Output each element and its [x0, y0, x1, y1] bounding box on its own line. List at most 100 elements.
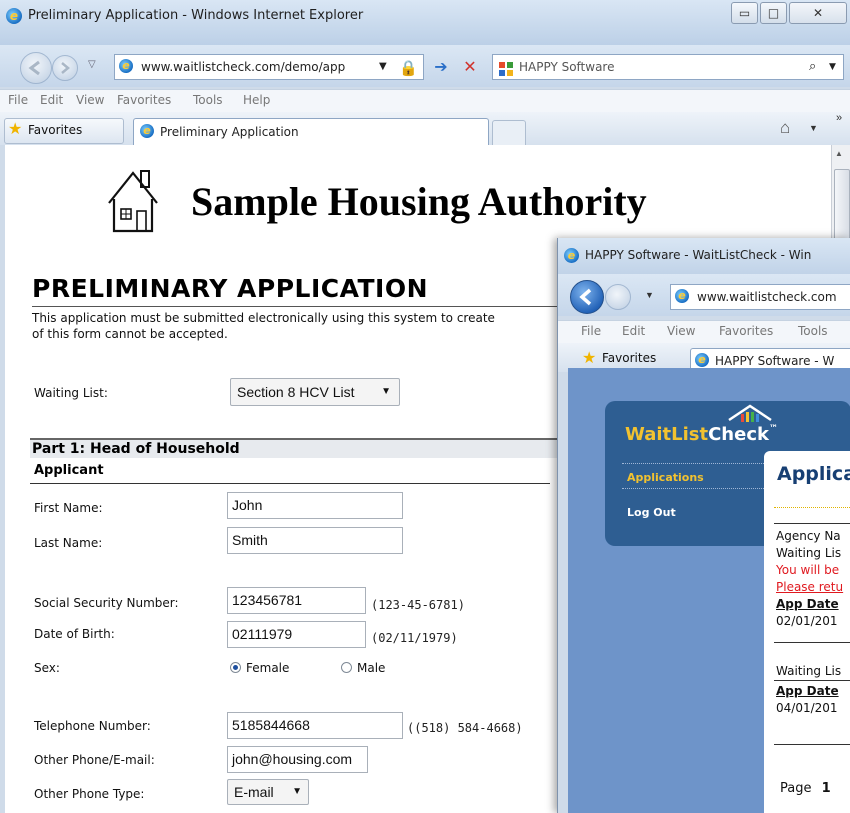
close-button[interactable]: ✕	[789, 2, 847, 24]
back-button[interactable]	[20, 52, 52, 84]
intro-line-2: of this form cannot be accepted.	[32, 327, 228, 341]
dob-field[interactable]: 02111979	[227, 621, 366, 648]
other-type-select[interactable]: E-mail ▼	[227, 779, 309, 805]
card-rule-3	[774, 680, 850, 681]
dob-label: Date of Birth:	[34, 627, 115, 641]
menu-file-2[interactable]: File	[581, 324, 601, 338]
tab-preliminary-application[interactable]: e Preliminary Application	[133, 118, 489, 146]
menu-tools-2[interactable]: Tools	[798, 324, 828, 338]
favorites-label-2: Favorites	[602, 351, 657, 365]
menu-view[interactable]: View	[76, 93, 104, 107]
card-heading-divider	[774, 507, 850, 509]
new-tab-button[interactable]	[492, 120, 526, 145]
card-rule-2	[774, 642, 850, 643]
org-title: Sample Housing Authority	[191, 179, 647, 224]
sex-female-label: Female	[246, 661, 290, 675]
home-dropdown-icon[interactable]: ▼	[809, 123, 818, 133]
menu-view-2[interactable]: View	[667, 324, 695, 338]
menu-bar: File Edit View Favorites Tools Help	[0, 89, 850, 113]
search-dropdown-icon[interactable]: ▼	[829, 55, 836, 79]
page-number[interactable]: 1	[822, 781, 831, 796]
phone-hint: ((518) 584-4668)	[407, 721, 523, 735]
address-text-2: www.waitlistcheck.com	[697, 290, 837, 304]
favorites-label: Favorites	[28, 123, 83, 137]
search-icon[interactable]: ⌕	[809, 55, 816, 79]
recent-pages-chevron-icon-2[interactable]: ▼	[645, 290, 654, 300]
phone-field[interactable]: 5185844668	[227, 712, 403, 739]
favorites-star-icon-2: ★	[582, 350, 597, 367]
back-arrow-icon	[579, 288, 592, 306]
search-provider-text: HAPPY Software	[519, 60, 615, 74]
address-text: www.waitlistcheck.com/demo/app	[141, 60, 346, 74]
nav-logout[interactable]: Log Out	[627, 506, 676, 519]
menu-help[interactable]: Help	[243, 93, 270, 107]
app-date-value-2: 04/01/201	[776, 701, 838, 715]
house-logo-icon	[108, 170, 158, 233]
app-date-header-2: App Date	[776, 684, 839, 698]
sex-male-radio[interactable]	[341, 662, 352, 673]
address-bar-2[interactable]: e www.waitlistcheck.com	[670, 284, 850, 310]
waiting-list-value: Section 8 HCV List	[237, 384, 355, 400]
favorites-star-icon: ★	[8, 121, 23, 138]
forward-button[interactable]	[52, 55, 78, 81]
phone-label: Telephone Number:	[34, 719, 151, 733]
scrollbar-thumb[interactable]	[834, 169, 850, 241]
favorites-button-2[interactable]: ★ Favorites	[580, 348, 680, 370]
sex-female-radio[interactable]	[230, 662, 241, 673]
maximize-button[interactable]: □	[760, 2, 787, 24]
menu-edit-2[interactable]: Edit	[622, 324, 645, 338]
happy-software-favicon-icon	[499, 60, 513, 76]
page-label: Page	[780, 781, 812, 796]
favorites-button[interactable]: ★ Favorites	[4, 118, 124, 144]
waiting-list-text-2: Waiting Lis	[776, 664, 842, 678]
menu-file[interactable]: File	[8, 93, 28, 107]
select-arrow-icon: ▼	[381, 386, 391, 397]
app-date-value-1: 02/01/201	[776, 614, 838, 628]
menu-tools[interactable]: Tools	[193, 93, 223, 107]
menu-edit[interactable]: Edit	[40, 93, 63, 107]
more-chevron-icon[interactable]: »	[836, 112, 842, 124]
menu-bar-2: File Edit View Favorites Tools	[558, 320, 850, 344]
scroll-up-icon[interactable]: ▲	[835, 149, 843, 158]
search-box[interactable]: HAPPY Software ⌕ ▼	[492, 54, 844, 80]
recent-pages-chevron-icon[interactable]: ▽	[88, 59, 96, 70]
address-bar[interactable]: e www.waitlistcheck.com/demo/app ▼ 🔒	[114, 54, 424, 80]
minimize-button[interactable]: ▭	[731, 2, 758, 24]
menu-favorites[interactable]: Favorites	[117, 93, 171, 107]
ssn-field[interactable]: 123456781	[227, 587, 366, 614]
tab-ie-icon-2: e	[695, 353, 709, 367]
back-arrow-icon	[28, 60, 40, 76]
notice-red-2[interactable]: Please retu	[776, 580, 843, 594]
lock-icon[interactable]: 🔒	[399, 56, 418, 79]
page-heading: PRELIMINARY APPLICATION	[32, 274, 429, 303]
applicant-divider	[30, 483, 550, 484]
part1-bar: Part 1: Head of Household	[30, 438, 590, 458]
ssn-label: Social Security Number:	[34, 596, 179, 610]
applications-card: Applica Agency Na Waiting Lis You will b…	[764, 451, 850, 813]
nav-divider-top	[622, 463, 764, 465]
first-name-label: First Name:	[34, 501, 103, 515]
nav-applications[interactable]: Applications	[627, 471, 704, 484]
agency-name-text: Agency Na	[776, 529, 841, 543]
waiting-list-text: Waiting Lis	[776, 546, 842, 560]
go-arrow-icon[interactable]: ➔	[428, 55, 454, 79]
logo-text-waitlist: WaitList	[625, 424, 709, 445]
waiting-list-select[interactable]: Section 8 HCV List ▼	[230, 378, 400, 406]
forward-button-2[interactable]	[605, 284, 631, 310]
other-phone-field[interactable]: john@housing.com	[227, 746, 368, 773]
window-title: Preliminary Application - Windows Intern…	[28, 8, 364, 23]
sex-male-label: Male	[357, 661, 386, 675]
first-name-field[interactable]: John	[227, 492, 403, 519]
back-button-2[interactable]	[570, 280, 604, 314]
page-icon: e	[119, 59, 133, 73]
ie-window-waitlistcheck: e HAPPY Software - WaitListCheck - Win ▼…	[557, 238, 850, 813]
waiting-list-label: Waiting List:	[34, 386, 108, 400]
forward-arrow-icon	[61, 62, 70, 74]
address-dropdown-icon[interactable]: ▼	[379, 55, 387, 79]
card-heading: Applica	[777, 463, 850, 485]
home-icon[interactable]: ⌂	[780, 118, 790, 138]
stop-icon[interactable]: ✕	[457, 55, 483, 79]
menu-favorites-2[interactable]: Favorites	[719, 324, 773, 338]
last-name-field[interactable]: Smith	[227, 527, 403, 554]
app-date-header-1: App Date	[776, 597, 839, 611]
